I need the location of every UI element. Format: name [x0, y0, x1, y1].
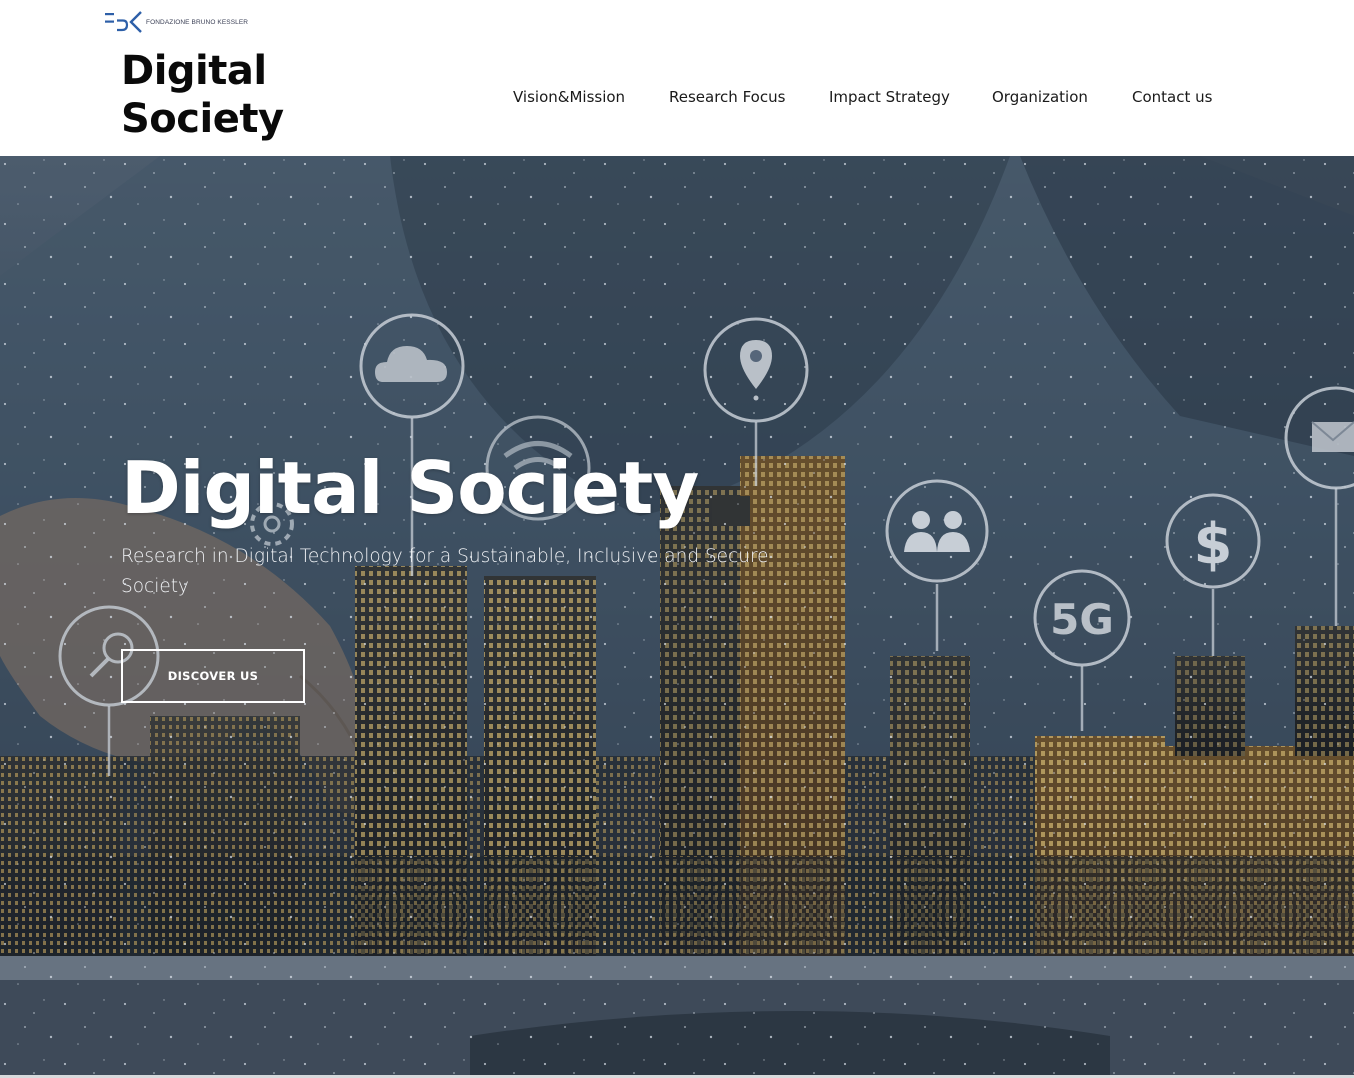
- nav-item-contact-us[interactable]: Contact us: [1132, 88, 1212, 106]
- hero-title: Digital Society: [121, 446, 699, 530]
- hero-banner: $ 5G Digital Society Research in Digital…: [0, 156, 1354, 1078]
- hero-subtitle: Research in Digital Technology for a Sus…: [121, 546, 769, 597]
- fbk-org-name: FONDAZIONE BRUNO KESSLER: [146, 19, 249, 26]
- dollar-icon: $: [1165, 493, 1261, 589]
- main-nav: Vision&Mission Research Focus Impact Str…: [0, 88, 1354, 110]
- fbk-logo-mark-icon: [105, 11, 142, 33]
- 5g-icon: 5G: [1033, 569, 1131, 667]
- nav-item-research-focus[interactable]: Research Focus: [669, 88, 785, 106]
- location-pin-icon: [703, 317, 809, 423]
- mail-icon: [1284, 386, 1354, 490]
- fbk-logo[interactable]: FONDAZIONE BRUNO KESSLER: [105, 11, 248, 33]
- nav-item-impact-strategy[interactable]: Impact Strategy: [829, 88, 950, 106]
- dollar-icon-glyph: $: [1194, 512, 1233, 577]
- site-header: FONDAZIONE BRUNO KESSLER Digital Society…: [0, 0, 1354, 156]
- discover-us-button[interactable]: DISCOVER US: [121, 649, 305, 703]
- nav-item-organization[interactable]: Organization: [992, 88, 1088, 106]
- overlay-icons-layer: $ 5G: [58, 313, 1354, 707]
- nav-item-vision-mission[interactable]: Vision&Mission: [513, 88, 625, 106]
- 5g-icon-text: 5G: [1050, 595, 1114, 644]
- cloud-icon: [359, 313, 465, 419]
- people-icon: [885, 479, 989, 583]
